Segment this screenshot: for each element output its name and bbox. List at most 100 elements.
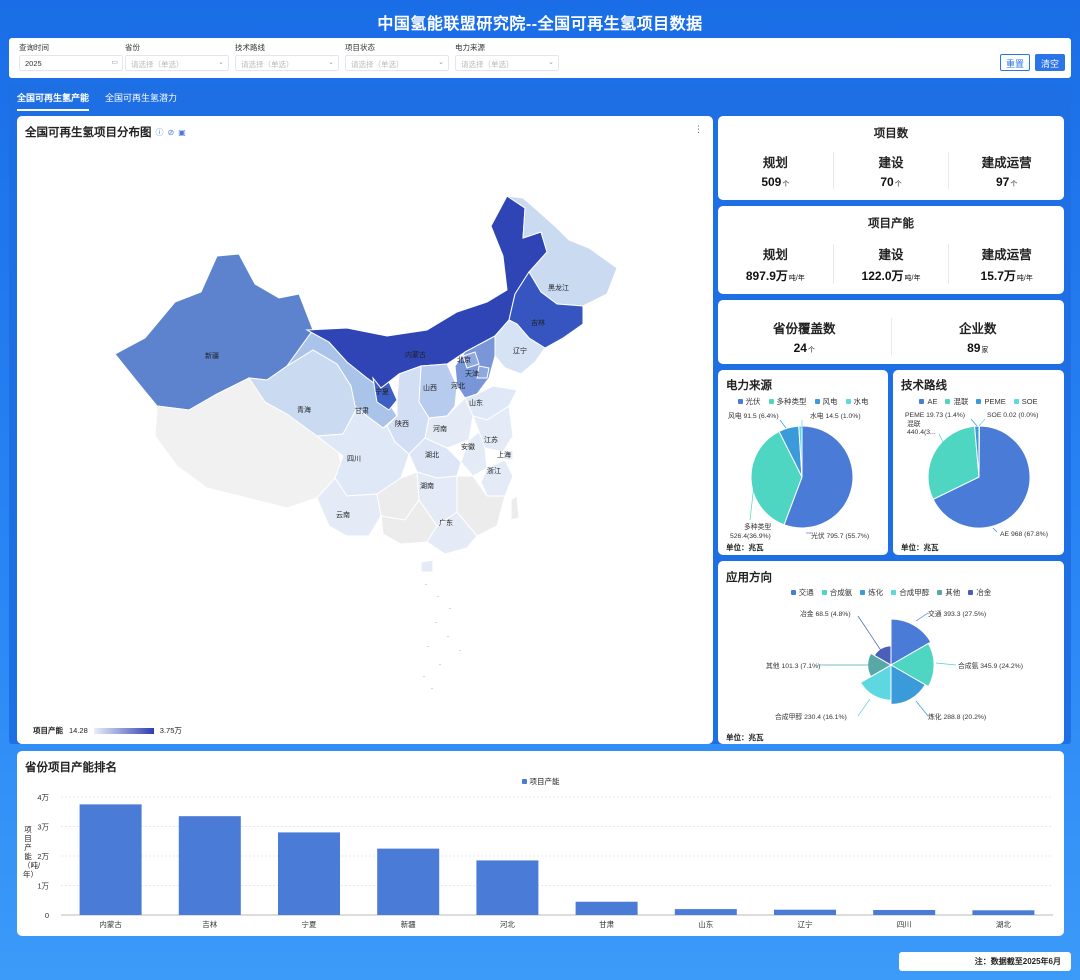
tech-route-unit: 单位：兆瓦 — [901, 543, 939, 552]
project-status-select[interactable]: 请选择（单选） ⌄ — [345, 55, 449, 71]
map-label: 甘肃 — [355, 406, 369, 415]
pie-label: 526.4(36.9%) — [730, 533, 771, 540]
application-rose-chart: 交通 393.3 (27.5%) 合成氨 345.9 (24.2%) 炼化 28… — [766, 609, 1023, 721]
map-label: 天津 — [465, 370, 479, 378]
stat-value: 89 — [967, 341, 981, 355]
capacity-planned: 规划 897.9万吨/年 — [718, 244, 834, 284]
bar-吉林[interactable] — [178, 816, 241, 915]
x-tick-label: 宁夏 — [302, 919, 317, 929]
stat-unit: 家 — [981, 347, 989, 354]
x-tick-label: 湖北 — [996, 920, 1011, 929]
x-tick-label: 山东 — [698, 919, 713, 929]
filter-label: 项目状态 — [345, 43, 375, 52]
bar-辽宁[interactable] — [774, 909, 836, 915]
bar-宁夏[interactable] — [278, 832, 340, 915]
tech-route-select[interactable]: 请选择（单选） ⌄ — [235, 55, 339, 71]
footnote: 注：数据截至2025年6月 — [899, 952, 1071, 971]
stat-unit: 个 — [807, 347, 815, 354]
map-label: 辽宁 — [513, 346, 527, 355]
filter-label: 省份 — [125, 43, 140, 52]
pie-label: 交通 393.3 (27.5%) — [928, 609, 986, 618]
stat-unit: 吨/年 — [788, 275, 805, 282]
page-title: 中国氢能联盟研究院--全国可再生氢项目数据 — [377, 16, 703, 33]
stat-unit: 个 — [1010, 181, 1018, 188]
pie-label: 风电 91.5 (6.4%) — [728, 411, 779, 420]
bar-山东[interactable] — [674, 909, 737, 915]
x-tick-label: 河北 — [500, 920, 515, 929]
pie-label: SOE 0.02 (0.0%) — [987, 412, 1038, 419]
year-picker[interactable]: 2025 ▭ — [19, 55, 123, 71]
pie-label: 光伏 795.7 (55.7%) — [811, 531, 869, 540]
application-unit: 单位：兆瓦 — [726, 733, 764, 742]
x-tick-label: 内蒙古 — [99, 919, 122, 929]
map-label: 河北 — [451, 382, 465, 390]
map-legend-min: 14.28 — [69, 726, 88, 735]
project-capacity-stats: 规划 897.9万吨/年 建设 122.0万吨/年 建成运营 15.7万吨/年 — [718, 244, 1064, 284]
map-label: 安徽 — [461, 442, 475, 451]
map-label: 河南 — [433, 424, 447, 433]
x-tick-label: 吉林 — [202, 919, 217, 929]
map-legend-max: 3.75万 — [159, 726, 182, 735]
tab-capacity[interactable]: 全国可再生氢产能 — [17, 91, 90, 111]
stat-label: 规划 — [762, 156, 788, 170]
stat-label: 省份覆盖数 — [772, 322, 836, 336]
stat-value: 122.0万 — [861, 269, 904, 283]
tab-potential[interactable]: 全国可再生氢潜力 — [105, 91, 177, 111]
project-count-stats: 规划 509个 建设 70个 建成运营 97个 — [718, 152, 1064, 189]
pie-label: PEME 19.73 (1.4%) — [905, 412, 965, 419]
bar-湖北[interactable] — [972, 910, 1035, 915]
y-tick-label: 2万 — [37, 852, 49, 861]
map-label: 湖北 — [425, 450, 439, 459]
map-label: 江苏 — [484, 435, 498, 444]
stat-enterprise-count: 企业数 89家 — [892, 318, 1065, 355]
chevron-down-icon: ⌄ — [548, 59, 554, 66]
stat-unit: 吨/年 — [904, 275, 921, 282]
map-legend-gradient[interactable] — [93, 727, 154, 734]
project-count-title: 项目数 — [873, 128, 909, 140]
x-tick-label: 新疆 — [401, 919, 416, 929]
y-tick-label: 1万 — [37, 882, 49, 891]
pie-label: 多种类型 — [744, 522, 771, 531]
pie-slice-SOE[interactable] — [978, 425, 981, 478]
map-region-hainan — [420, 559, 434, 573]
stat-label: 建设 — [878, 156, 904, 170]
ranking-bar-chart: 0 1万 2万 3万 4万内蒙古 吉林 宁夏 新疆 河北 甘肃 山东 辽宁 四川 湖北 — [37, 793, 1053, 929]
map-label: 内蒙古 — [405, 350, 426, 359]
stat-building: 建设 70个 — [834, 152, 950, 189]
stat-unit: 吨/年 — [1016, 275, 1033, 282]
pie-label: 炼化 288.8 (20.2%) — [928, 712, 986, 721]
china-map: 黑龙江 吉林 辽宁 内蒙古 北京 天津 河北 山西 山东 新疆 青海 甘肃 宁夏… — [114, 195, 618, 689]
calendar-icon: ▭ — [111, 59, 118, 66]
stat-label: 建成运营 — [981, 248, 1032, 262]
chevron-down-icon: ⌄ — [438, 59, 444, 66]
clear-button[interactable]: 清空 — [1035, 54, 1066, 71]
coverage-card: 省份覆盖数 24个 企业数 89家 — [718, 300, 1064, 364]
bar-新疆[interactable] — [377, 848, 440, 915]
capacity-building: 建设 122.0万吨/年 — [834, 244, 950, 284]
map-region-taiwan — [510, 495, 520, 521]
bar-河北[interactable] — [476, 860, 539, 915]
reset-button[interactable]: 重置 — [1000, 54, 1031, 71]
power-source-pie: 光伏 795.7 (55.7%) 多种类型 526.4(36.9%) 风电 91… — [728, 411, 869, 540]
stat-unit: 个 — [894, 181, 902, 188]
stat-value: 97 — [996, 175, 1010, 189]
stat-planned: 规划 509个 — [718, 152, 834, 189]
bar-内蒙古[interactable] — [79, 804, 142, 915]
filter-power-source: 电力来源 请选择（单选） ⌄ — [455, 42, 559, 71]
pie-label: 混联 — [907, 419, 921, 428]
coverage-stats: 省份覆盖数 24个 企业数 89家 — [718, 318, 1064, 355]
stat-label: 建设 — [878, 248, 904, 262]
pie-label: 水电 14.5 (1.0%) — [810, 411, 861, 420]
bar-甘肃[interactable] — [575, 901, 638, 915]
filter-bar: 查询时间 2025 ▭ 省份 请选择（单选） ⌄ 技术路线 请选择（单选） ⌄ 项目状… — [9, 38, 1071, 78]
map-legend-label: 项目产能 — [33, 726, 63, 735]
pie-label: 冶金 68.5 (4.8%) — [800, 609, 851, 618]
map-label: 新疆 — [205, 351, 219, 360]
chevron-down-icon: ⌄ — [218, 59, 224, 66]
bar-四川[interactable] — [873, 909, 936, 915]
y-tick-label: 3万 — [37, 823, 49, 832]
map-label: 浙江 — [487, 466, 501, 475]
power-source-select[interactable]: 请选择（单选） ⌄ — [455, 55, 559, 71]
province-select[interactable]: 请选择（单选） ⌄ — [125, 55, 229, 71]
filter-project-status: 项目状态 请选择（单选） ⌄ — [345, 42, 449, 71]
